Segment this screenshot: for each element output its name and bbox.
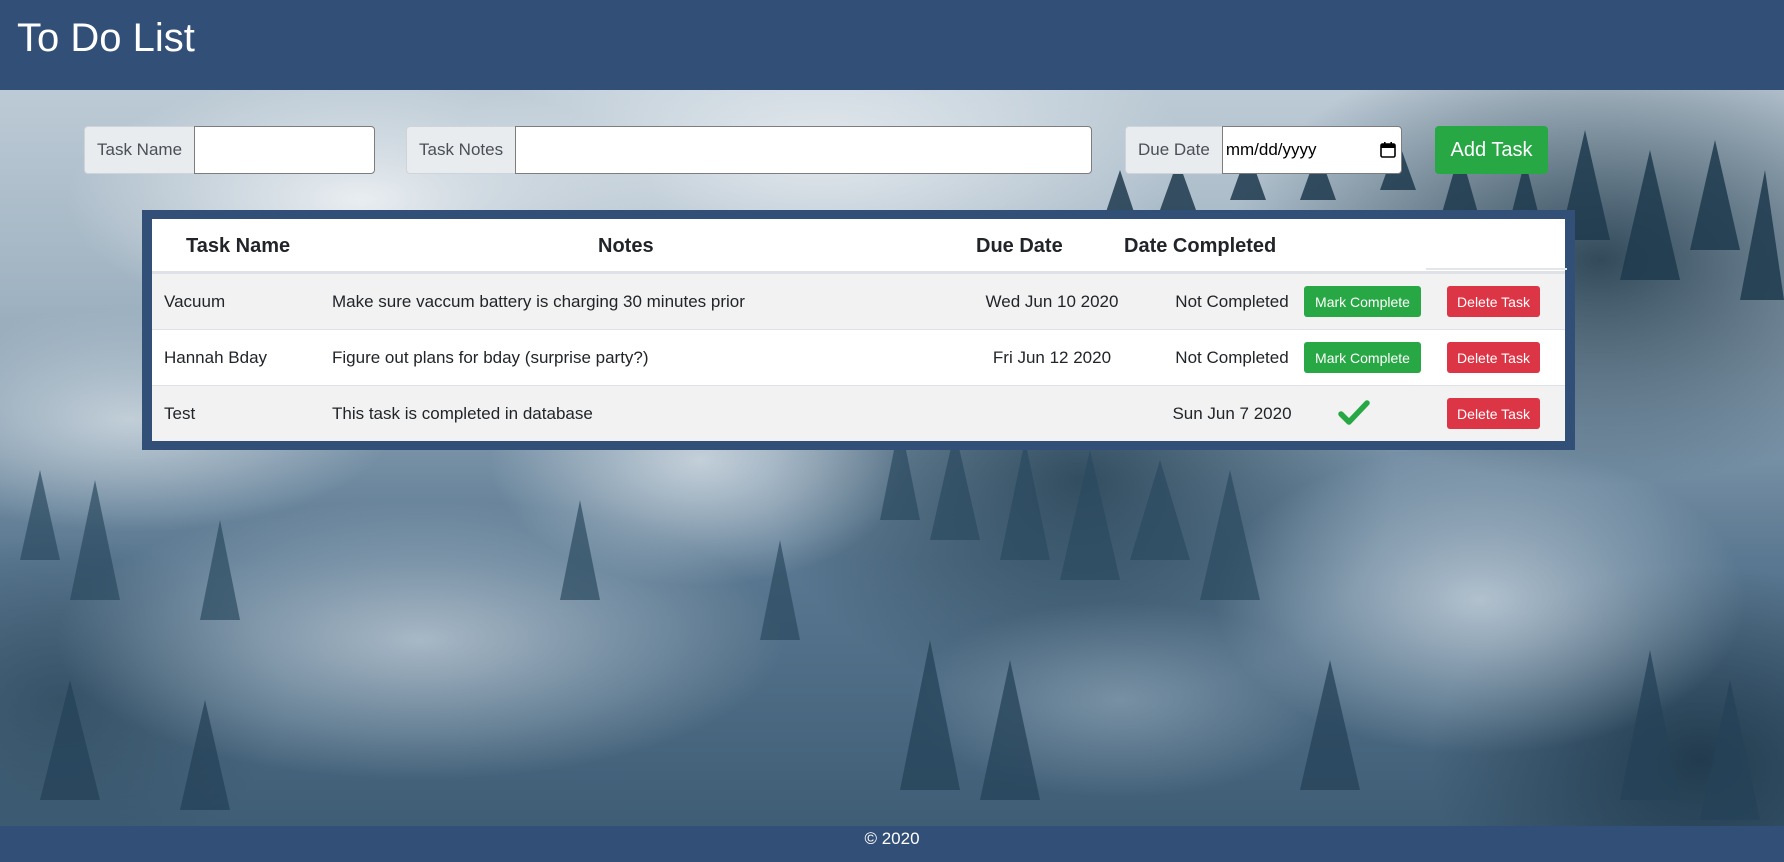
checkmark-icon — [1338, 400, 1370, 425]
column-header-due-date: Due Date — [976, 234, 1063, 257]
task-name-label: Task Name — [84, 126, 195, 174]
task-name-cell: Test — [164, 404, 196, 423]
due-date-cell: Wed Jun 10 2020 — [985, 292, 1119, 311]
table-row: Hannah Bday Figure out plans for bday (s… — [152, 329, 1565, 385]
mark-complete-button[interactable]: Mark Complete — [1304, 342, 1421, 373]
column-header-task-name: Task Name — [186, 234, 291, 257]
date-completed-cell: Not Completed — [1175, 292, 1289, 311]
column-header-notes: Notes — [598, 234, 654, 257]
delete-task-button[interactable]: Delete Task — [1447, 398, 1540, 429]
task-name-group: Task Name — [84, 126, 376, 174]
date-completed-cell: Sun Jun 7 2020 — [1172, 404, 1292, 423]
table-header: Task Name Notes Due Date Date Completed — [152, 219, 1565, 273]
task-notes-label: Task Notes — [406, 126, 516, 174]
due-date-label: Due Date — [1125, 126, 1222, 174]
add-task-button[interactable]: Add Task — [1435, 126, 1548, 174]
task-notes-cell: Make sure vaccum battery is charging 30 … — [332, 292, 745, 311]
task-notes-cell: Figure out plans for bday (surprise part… — [332, 348, 649, 367]
delete-task-button[interactable]: Delete Task — [1447, 342, 1540, 373]
delete-task-button[interactable]: Delete Task — [1447, 286, 1540, 317]
task-notes-cell: This task is completed in database — [332, 404, 593, 423]
task-table-frame: Task Name Notes Due Date Date Completed … — [142, 210, 1575, 450]
task-notes-input[interactable] — [515, 126, 1093, 174]
due-date-cell: Fri Jun 12 2020 — [992, 348, 1112, 367]
date-completed-cell: Not Completed — [1175, 348, 1289, 367]
due-date-group: Due Date mm/dd/yyyy — [1125, 126, 1402, 174]
footer: © 2020 — [0, 826, 1784, 862]
top-navbar: To Do List — [0, 0, 1784, 90]
task-name-input[interactable] — [194, 126, 376, 174]
due-date-input[interactable]: mm/dd/yyyy — [1221, 126, 1402, 174]
copyright-text: © 2020 — [864, 829, 920, 848]
calendar-icon[interactable] — [1379, 141, 1397, 159]
due-date-cell — [942, 386, 1162, 442]
table-row: Vacuum Make sure vaccum battery is charg… — [152, 273, 1565, 329]
app-title: To Do List — [17, 16, 195, 60]
task-name-cell: Hannah Bday — [164, 348, 268, 367]
task-notes-group: Task Notes — [406, 126, 1093, 174]
task-name-cell: Vacuum — [164, 292, 226, 311]
table-row: Test This task is completed in database … — [152, 385, 1565, 441]
mark-complete-button[interactable]: Mark Complete — [1304, 286, 1421, 317]
due-date-placeholder: mm/dd/yyyy — [1225, 140, 1317, 159]
column-header-date-completed: Date Completed — [1124, 234, 1277, 257]
task-table: Task Name Notes Due Date Date Completed … — [152, 219, 1565, 441]
header-divider — [1426, 268, 1567, 270]
